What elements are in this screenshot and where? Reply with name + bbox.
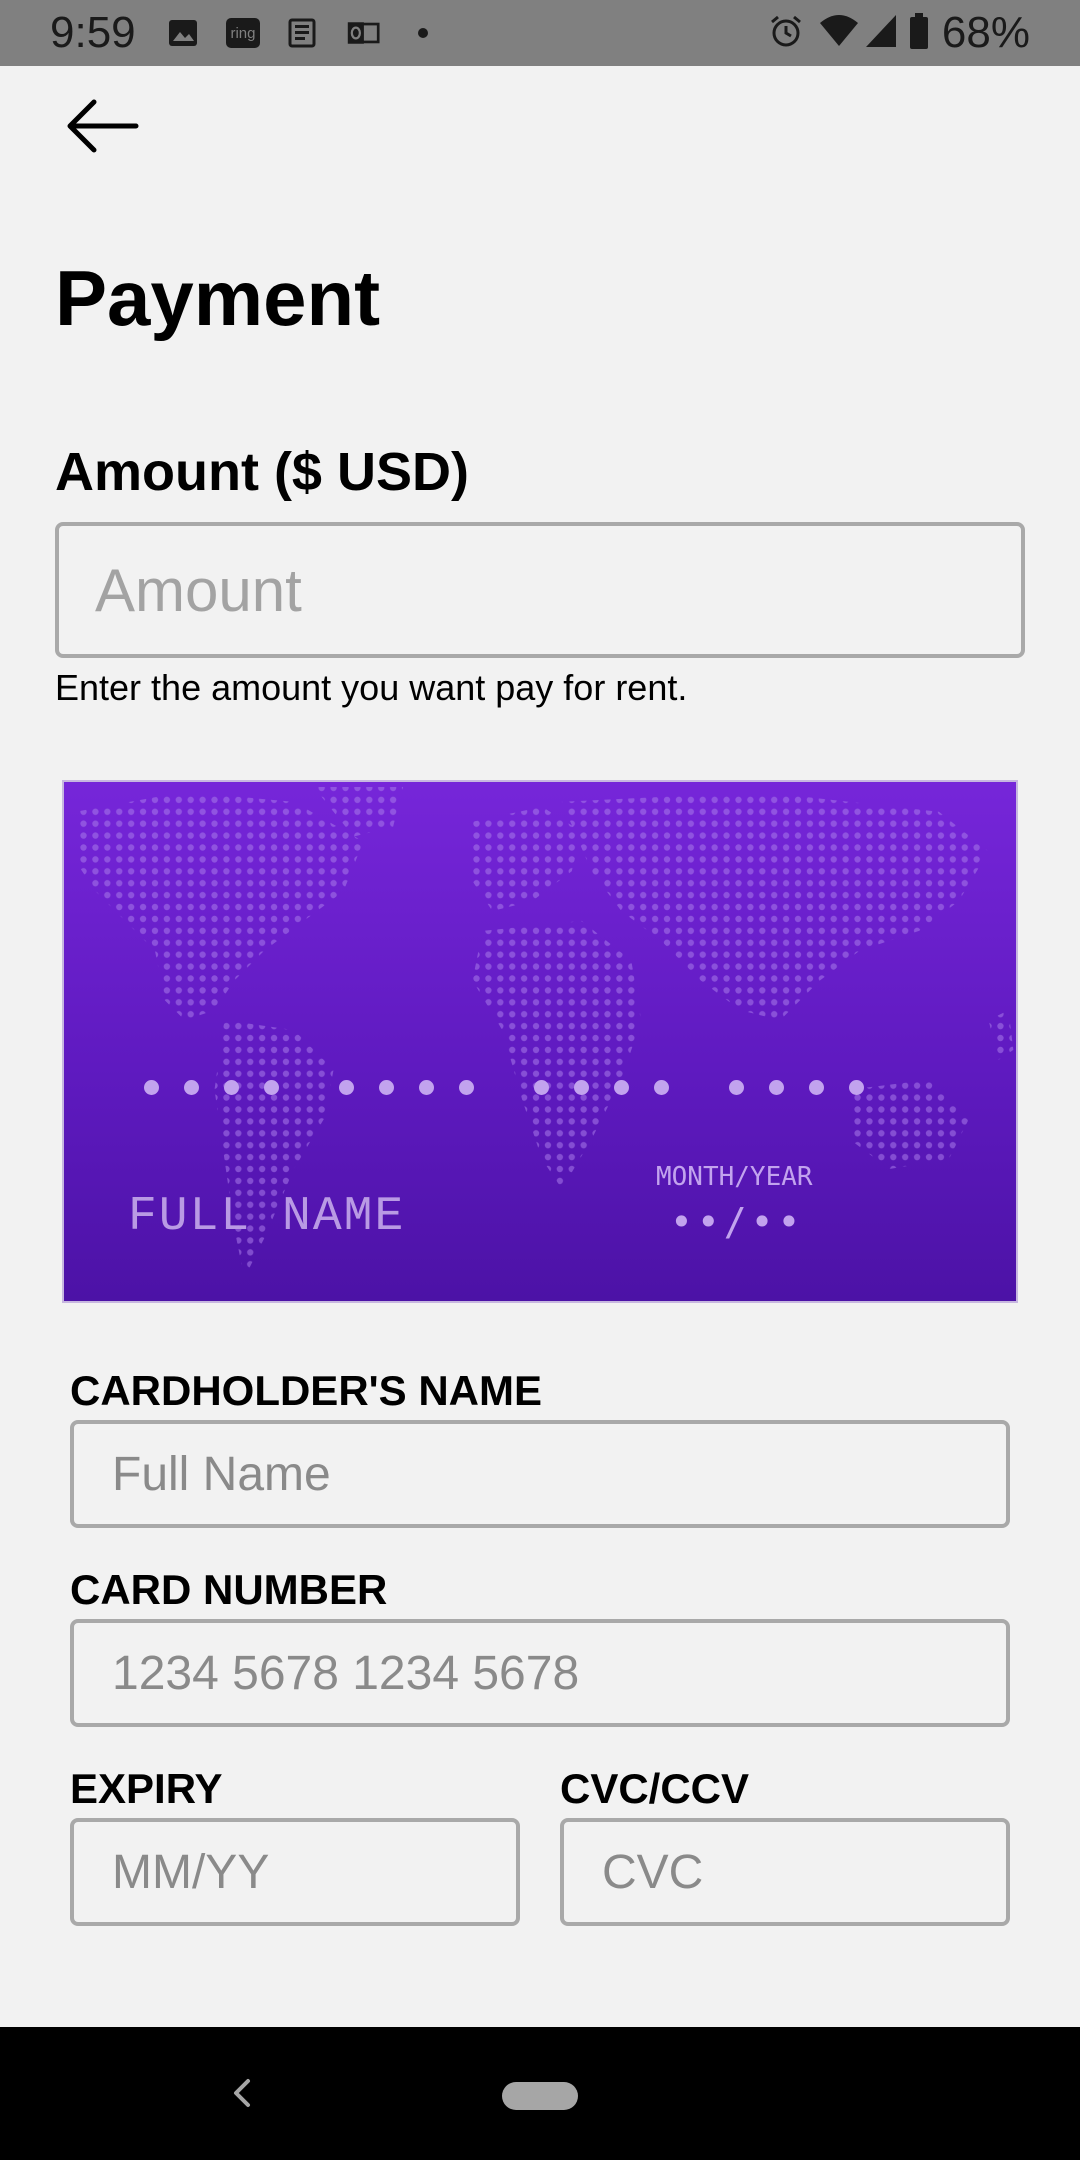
home-pill-icon[interactable] — [502, 2082, 578, 2110]
system-icons: 68% — [768, 8, 1030, 58]
dot-icon — [406, 16, 440, 50]
card-number-group — [339, 1080, 474, 1095]
card-number-input[interactable] — [70, 1619, 1010, 1727]
image-icon — [166, 16, 200, 50]
expiry-input[interactable] — [70, 1818, 520, 1926]
amount-label: Amount ($ USD) — [55, 442, 469, 502]
expiry-label: EXPIRY — [70, 1765, 223, 1812]
nav-back-button[interactable] — [222, 2073, 262, 2113]
signal-icon — [864, 13, 898, 54]
card-expiry-label: MONTH/YEAR — [656, 1162, 813, 1192]
cardholder-name-label: CARDHOLDER'S NAME — [70, 1367, 542, 1414]
page-title: Payment — [55, 254, 381, 342]
news-icon — [286, 16, 320, 50]
alarm-icon — [768, 13, 804, 54]
battery-percent: 68% — [941, 8, 1030, 57]
nav-back-icon — [234, 2079, 250, 2107]
card-number-dots — [144, 1080, 924, 1095]
outlook-icon — [346, 16, 380, 50]
card-number-group — [144, 1080, 279, 1095]
arrow-left-icon — [67, 99, 139, 153]
card-name-preview: FULL NAME — [128, 1190, 406, 1244]
back-button[interactable] — [56, 90, 148, 162]
amount-help-text: Enter the amount you want pay for rent. — [55, 667, 688, 708]
navigation-bar — [0, 2027, 1080, 2160]
card-number-group — [534, 1080, 669, 1095]
card-expiry-preview: ••/•• — [670, 1200, 805, 1244]
wifi-icon — [818, 13, 860, 54]
card-number-group — [729, 1080, 864, 1095]
card-number-label: CARD NUMBER — [70, 1566, 388, 1613]
cvc-input[interactable] — [560, 1818, 1010, 1926]
status-time: 9:59 — [50, 8, 136, 57]
card-preview: FULL NAME MONTH/YEAR ••/•• — [62, 780, 1018, 1303]
notification-icons: ring — [166, 14, 466, 52]
ring-icon: ring — [226, 16, 260, 50]
cvc-label: CVC/CCV — [560, 1765, 750, 1812]
amount-input[interactable] — [55, 522, 1025, 658]
status-bar: 9:59 ring 68% — [0, 0, 1080, 66]
cardholder-name-input[interactable] — [70, 1420, 1010, 1528]
battery-icon — [908, 12, 930, 55]
